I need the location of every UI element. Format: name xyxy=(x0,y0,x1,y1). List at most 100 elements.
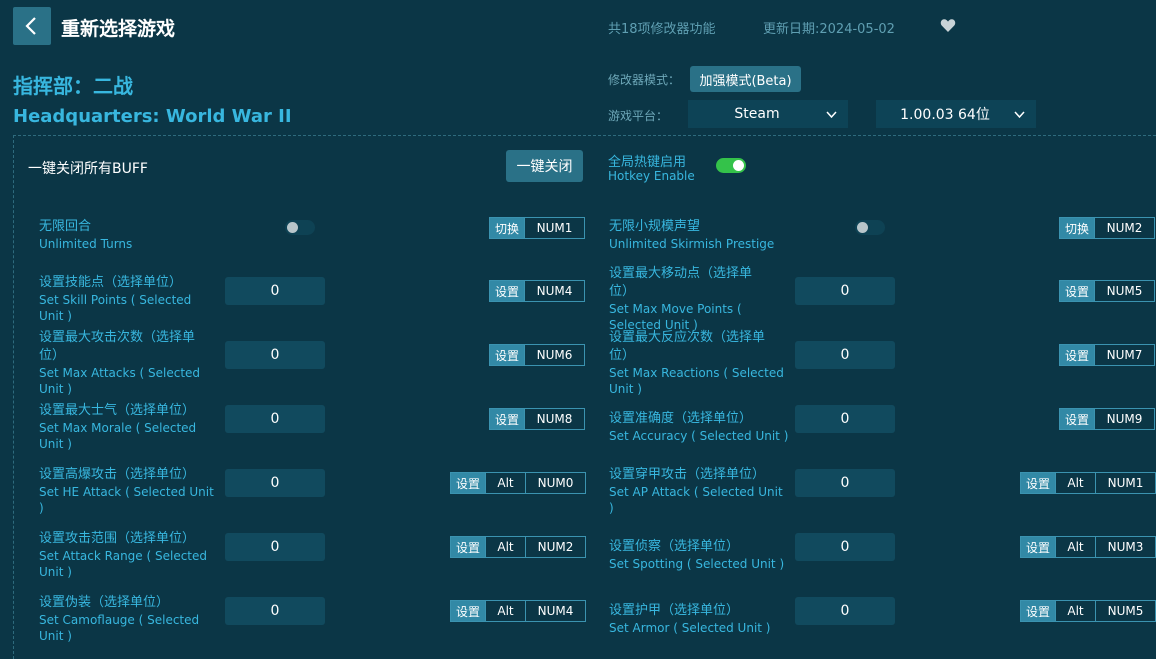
cheat-name-en: Set Armor ( Selected Unit ) xyxy=(609,621,771,635)
value-input[interactable]: 0 xyxy=(795,533,895,561)
hotkey-action-button[interactable]: 设置 xyxy=(450,536,486,558)
hotkey-num-key[interactable]: NUM5 xyxy=(1096,600,1156,622)
hotkey-alt-key[interactable]: Alt xyxy=(486,472,526,494)
hotkey-action-button[interactable]: 设置 xyxy=(1020,536,1056,558)
heart-icon[interactable] xyxy=(940,18,956,37)
update-date: 更新日期:2024-05-02 xyxy=(763,22,895,37)
cheat-toggle[interactable] xyxy=(285,220,315,235)
hotkey-toggle[interactable] xyxy=(716,158,746,173)
hotkey-action-button[interactable]: 设置 xyxy=(450,600,486,622)
back-button[interactable] xyxy=(13,7,51,45)
hotkey-num-key[interactable]: NUM2 xyxy=(1095,217,1155,239)
cheat-name-en: Set Camoflauge ( Selected Unit ) xyxy=(39,613,200,643)
hotkey-num-key[interactable]: NUM9 xyxy=(1095,408,1155,430)
cheat-name-cn: 设置侦察（选择单位） xyxy=(609,539,740,554)
cheat-row: 设置护甲（选择单位） Set Armor ( Selected Unit ) 0 设置… xyxy=(609,594,1156,658)
cheat-name-cn: 设置最大攻击次数（选择单 位） xyxy=(39,330,196,363)
chevron-left-icon xyxy=(25,17,36,35)
hotkey-action-button[interactable]: 设置 xyxy=(1059,344,1095,366)
cheat-name-cn: 无限回合 xyxy=(39,219,92,234)
cheat-name-cn: 设置伪装（选择单位） xyxy=(39,595,170,610)
cheat-name-en: Set HE Attack ( Selected Unit) xyxy=(39,485,214,515)
hotkey-num-key[interactable]: NUM8 xyxy=(525,408,585,430)
value-input[interactable]: 0 xyxy=(225,533,325,561)
hotkey-action-button[interactable]: 切换 xyxy=(1059,217,1095,239)
hotkey-num-key[interactable]: NUM1 xyxy=(1096,472,1156,494)
hotkey-num-key[interactable]: NUM1 xyxy=(525,217,585,239)
cheat-name-en: Set Skill Points ( Selected Unit ) xyxy=(39,293,192,323)
hotkey-num-key[interactable]: NUM5 xyxy=(1095,280,1155,302)
hotkey-group: 设置 NUM6 xyxy=(489,344,585,366)
hotkey-num-key[interactable]: NUM4 xyxy=(526,600,586,622)
hotkey-action-button[interactable]: 设置 xyxy=(1020,600,1056,622)
value-input[interactable]: 0 xyxy=(795,405,895,433)
cheat-name-en: Set AP Attack ( Selected Unit) xyxy=(609,485,783,515)
toggle-knob xyxy=(287,222,298,233)
hotkey-label-en: Hotkey Enable xyxy=(608,169,695,183)
hotkey-alt-key[interactable]: Alt xyxy=(486,536,526,558)
version-dropdown[interactable]: 1.00.03 64位 xyxy=(876,100,1036,128)
toggle-knob xyxy=(733,160,744,171)
chevron-down-icon xyxy=(826,111,837,118)
close-all-button[interactable]: 一键关闭 xyxy=(506,150,583,182)
hotkey-group: 设置 NUM8 xyxy=(489,408,585,430)
hotkey-alt-key[interactable]: Alt xyxy=(1056,600,1096,622)
value-input[interactable]: 0 xyxy=(225,341,325,369)
hotkey-action-button[interactable]: 设置 xyxy=(1059,408,1095,430)
hotkey-alt-key[interactable]: Alt xyxy=(1056,472,1096,494)
cheat-name-en: Set Max Morale ( Selected Unit ) xyxy=(39,421,197,451)
cheat-name-en: Unlimited Turns xyxy=(39,237,133,251)
hotkey-group: 设置 NUM9 xyxy=(1059,408,1155,430)
cheat-name-cn: 设置穿甲攻击（选择单位） xyxy=(609,467,766,482)
cheat-row: 设置最大反应次数（选择单 位） Set Max Reactions ( Select… xyxy=(609,330,1156,402)
cheat-name-cn: 设置技能点（选择单位） xyxy=(39,275,183,290)
hotkey-label-cn: 全局热键启用 xyxy=(608,155,687,170)
cheat-row: 设置侦察（选择单位） Set Spotting ( Selected Unit )… xyxy=(609,530,1156,594)
version-value: 1.00.03 64位 xyxy=(900,107,990,123)
value-input[interactable]: 0 xyxy=(795,277,895,305)
cheat-toggle[interactable] xyxy=(855,220,885,235)
cheat-row: 设置准确度（选择单位） Set Accuracy ( Selected Unit … xyxy=(609,402,1156,466)
cheat-name-en: Set Max Attacks ( Selected Unit ) xyxy=(39,366,201,396)
feature-count: 共18项修改器功能 xyxy=(608,22,716,37)
hotkey-action-button[interactable]: 切换 xyxy=(489,217,525,239)
value-input[interactable]: 0 xyxy=(225,277,325,305)
hotkey-group: 设置 Alt NUM0 xyxy=(450,472,586,494)
hotkey-num-key[interactable]: NUM3 xyxy=(1096,536,1156,558)
hotkey-num-key[interactable]: NUM2 xyxy=(526,536,586,558)
game-title-en: Headquarters: World War II xyxy=(13,106,292,127)
mode-button[interactable]: 加强模式(Beta) xyxy=(690,66,801,92)
hotkey-group: 设置 Alt NUM2 xyxy=(450,536,586,558)
cheat-name-en: Set Spotting ( Selected Unit ) xyxy=(609,557,785,571)
hotkey-action-button[interactable]: 设置 xyxy=(1059,280,1095,302)
value-input[interactable]: 0 xyxy=(225,405,325,433)
hotkey-group: 设置 Alt NUM1 xyxy=(1020,472,1156,494)
hotkey-action-button[interactable]: 设置 xyxy=(489,344,525,366)
cheat-name-cn: 设置准确度（选择单位） xyxy=(609,411,753,426)
hotkey-alt-key[interactable]: Alt xyxy=(1056,536,1096,558)
value-input[interactable]: 0 xyxy=(225,469,325,497)
hotkey-action-button[interactable]: 设置 xyxy=(489,280,525,302)
hotkey-alt-key[interactable]: Alt xyxy=(486,600,526,622)
platform-label: 游戏平台： xyxy=(608,109,669,123)
hotkey-group: 设置 Alt NUM3 xyxy=(1020,536,1156,558)
hotkey-group: 切换 NUM1 xyxy=(489,217,585,239)
hotkey-num-key[interactable]: NUM0 xyxy=(526,472,586,494)
hotkey-num-key[interactable]: NUM7 xyxy=(1095,344,1155,366)
value-input[interactable]: 0 xyxy=(795,597,895,625)
value-input[interactable]: 0 xyxy=(225,597,325,625)
hotkey-num-key[interactable]: NUM4 xyxy=(525,280,585,302)
platform-dropdown[interactable]: Steam xyxy=(688,100,848,128)
hotkey-group: 设置 NUM4 xyxy=(489,280,585,302)
cheat-name-cn: 设置最大移动点（选择单 位） xyxy=(609,266,753,299)
toggle-knob xyxy=(857,222,868,233)
hotkey-action-button[interactable]: 设置 xyxy=(1020,472,1056,494)
hotkey-num-key[interactable]: NUM6 xyxy=(525,344,585,366)
cheat-name-cn: 无限小规模声望 xyxy=(609,219,701,234)
hotkey-action-button[interactable]: 设置 xyxy=(450,472,486,494)
value-input[interactable]: 0 xyxy=(795,469,895,497)
hotkey-group: 设置 NUM5 xyxy=(1059,280,1155,302)
hotkey-action-button[interactable]: 设置 xyxy=(489,408,525,430)
value-input[interactable]: 0 xyxy=(795,341,895,369)
panel-border xyxy=(13,135,14,659)
